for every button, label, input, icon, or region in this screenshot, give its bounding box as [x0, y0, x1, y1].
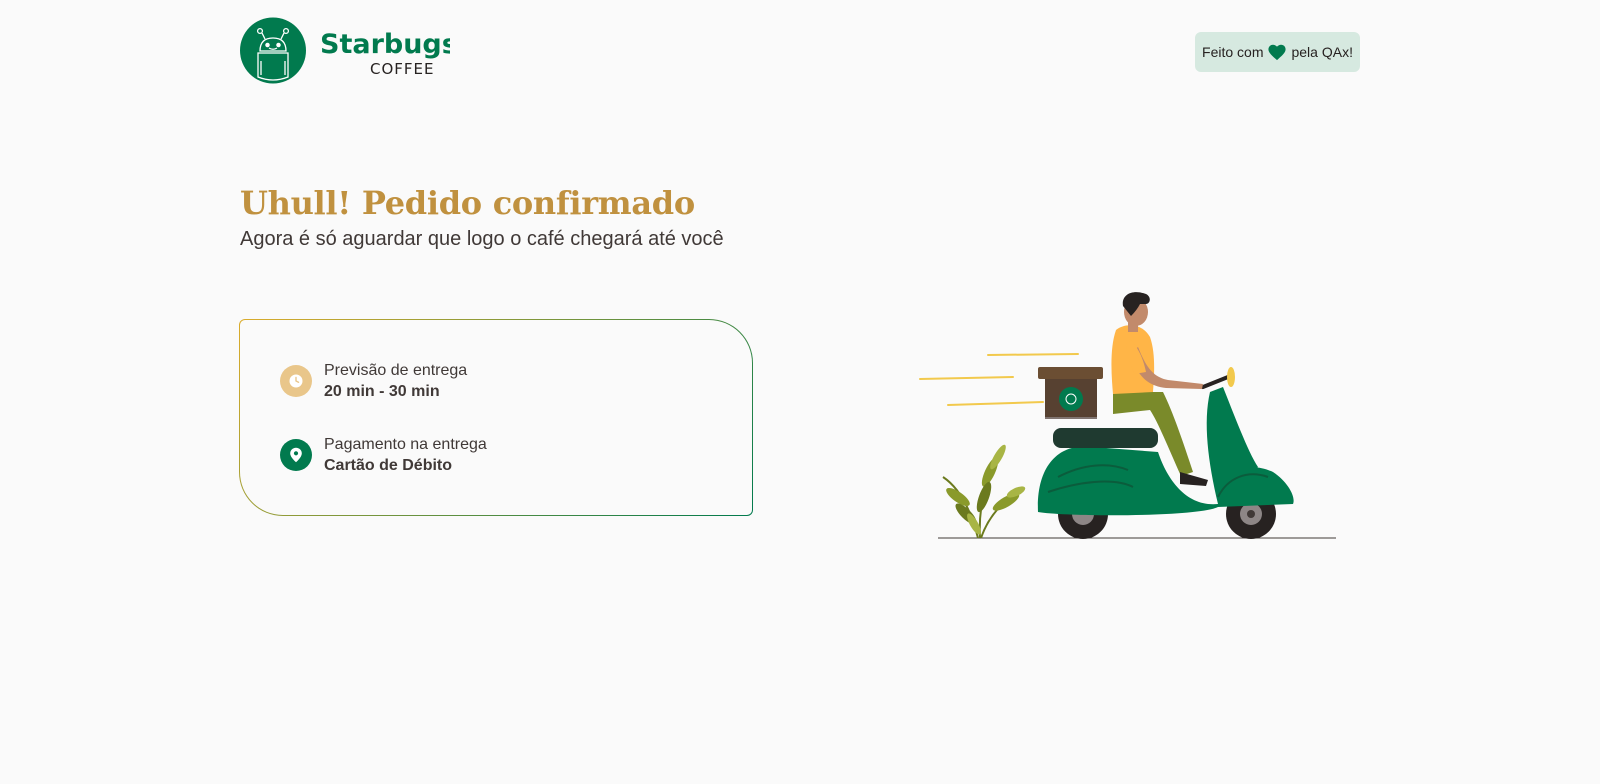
brand-sub-text: COFFEE [370, 60, 435, 78]
delivery-estimate-label: Previsão de entrega [324, 362, 468, 379]
delivery-estimate-row: Previsão de entrega 20 min - 30 min [280, 360, 467, 402]
payment-method-value: Cartão de Débito [324, 457, 453, 474]
page-title: Uhull! Pedido confirmado [240, 184, 695, 222]
delivery-estimate-value: 20 min - 30 min [324, 383, 440, 400]
payment-method-label: Pagamento na entrega [324, 436, 487, 453]
payment-method-row: Pagamento na entrega Cartão de Débito [280, 434, 487, 476]
starbugs-logo[interactable]: Starbugs COFFEE [240, 17, 450, 84]
clock-icon [280, 365, 312, 397]
map-pin-icon [280, 439, 312, 471]
brand-name-text: Starbugs [320, 29, 450, 60]
badge-suffix: pela QAx! [1291, 44, 1353, 60]
page-subtitle: Agora é só aguardar que logo o café cheg… [240, 228, 724, 250]
plant-icon [942, 444, 1026, 539]
badge-prefix: Feito com [1202, 44, 1264, 60]
heart-icon [1268, 44, 1287, 61]
order-info-card: Previsão de entrega 20 min - 30 min Paga… [239, 319, 753, 516]
made-with-love-badge: Feito com pela QAx! [1195, 32, 1360, 72]
delivery-scooter-illustration [919, 292, 1336, 539]
order-confirmed-page: Starbugs COFFEE Feito com pela QAx! Uhul… [0, 0, 1600, 784]
